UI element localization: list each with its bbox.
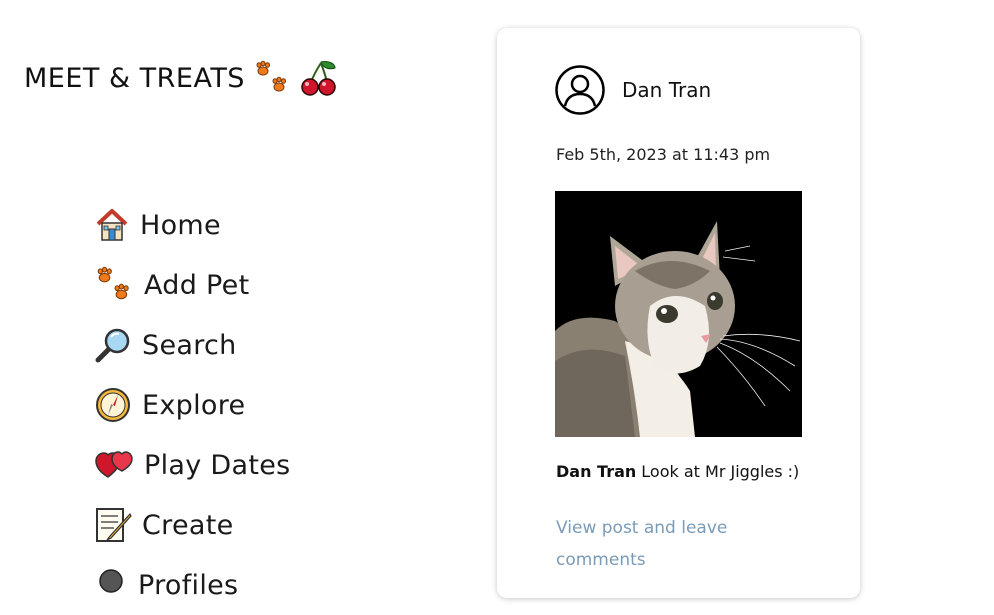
hearts-icon [94, 447, 134, 483]
memo-icon [94, 506, 132, 544]
brand-title: MEET & TREATS [24, 62, 245, 94]
post-author[interactable]: Dan Tran [555, 65, 711, 115]
post-card: Dan Tran Feb 5th, 2023 at 11:43 pm Dan T… [497, 28, 860, 598]
nav-label: Profiles [138, 569, 239, 601]
view-post-link[interactable]: View post and leave comments [556, 512, 756, 576]
caption-text: Look at Mr Jiggles :) [641, 462, 800, 481]
nav-label: Home [140, 209, 221, 241]
nav-item-explore[interactable]: Explore [94, 375, 291, 435]
caption-author[interactable]: Dan Tran [556, 462, 636, 481]
nav-item-create[interactable]: Create [94, 495, 291, 555]
paw-prints-icon [253, 59, 291, 97]
nav-label: Search [142, 329, 237, 361]
nav-label: Create [142, 509, 234, 541]
nav-label: Explore [142, 389, 246, 421]
nav-item-profiles[interactable]: Profiles [94, 555, 291, 615]
magnifier-icon [94, 326, 132, 364]
nav-item-play-dates[interactable]: Play Dates [94, 435, 291, 495]
nav-item-home[interactable]: Home [94, 195, 291, 255]
brand-header: MEET & TREATS [24, 58, 339, 98]
sidebar-nav: Home Add Pet Search Explore Play Dates C… [94, 195, 291, 615]
nav-item-add-pet[interactable]: Add Pet [94, 255, 291, 315]
paw-prints-icon [94, 265, 134, 305]
nav-item-search[interactable]: Search [94, 315, 291, 375]
person-icon [94, 567, 128, 603]
nav-label: Play Dates [144, 449, 291, 481]
house-icon [94, 207, 130, 243]
post-caption: Dan Tran Look at Mr Jiggles :) [556, 462, 799, 481]
author-name[interactable]: Dan Tran [622, 78, 711, 102]
cherries-icon [299, 58, 339, 98]
user-avatar-icon [555, 65, 605, 115]
cat-photo[interactable] [555, 191, 802, 437]
post-timestamp: Feb 5th, 2023 at 11:43 pm [556, 145, 771, 164]
compass-icon [94, 386, 132, 424]
nav-label: Add Pet [144, 269, 250, 301]
